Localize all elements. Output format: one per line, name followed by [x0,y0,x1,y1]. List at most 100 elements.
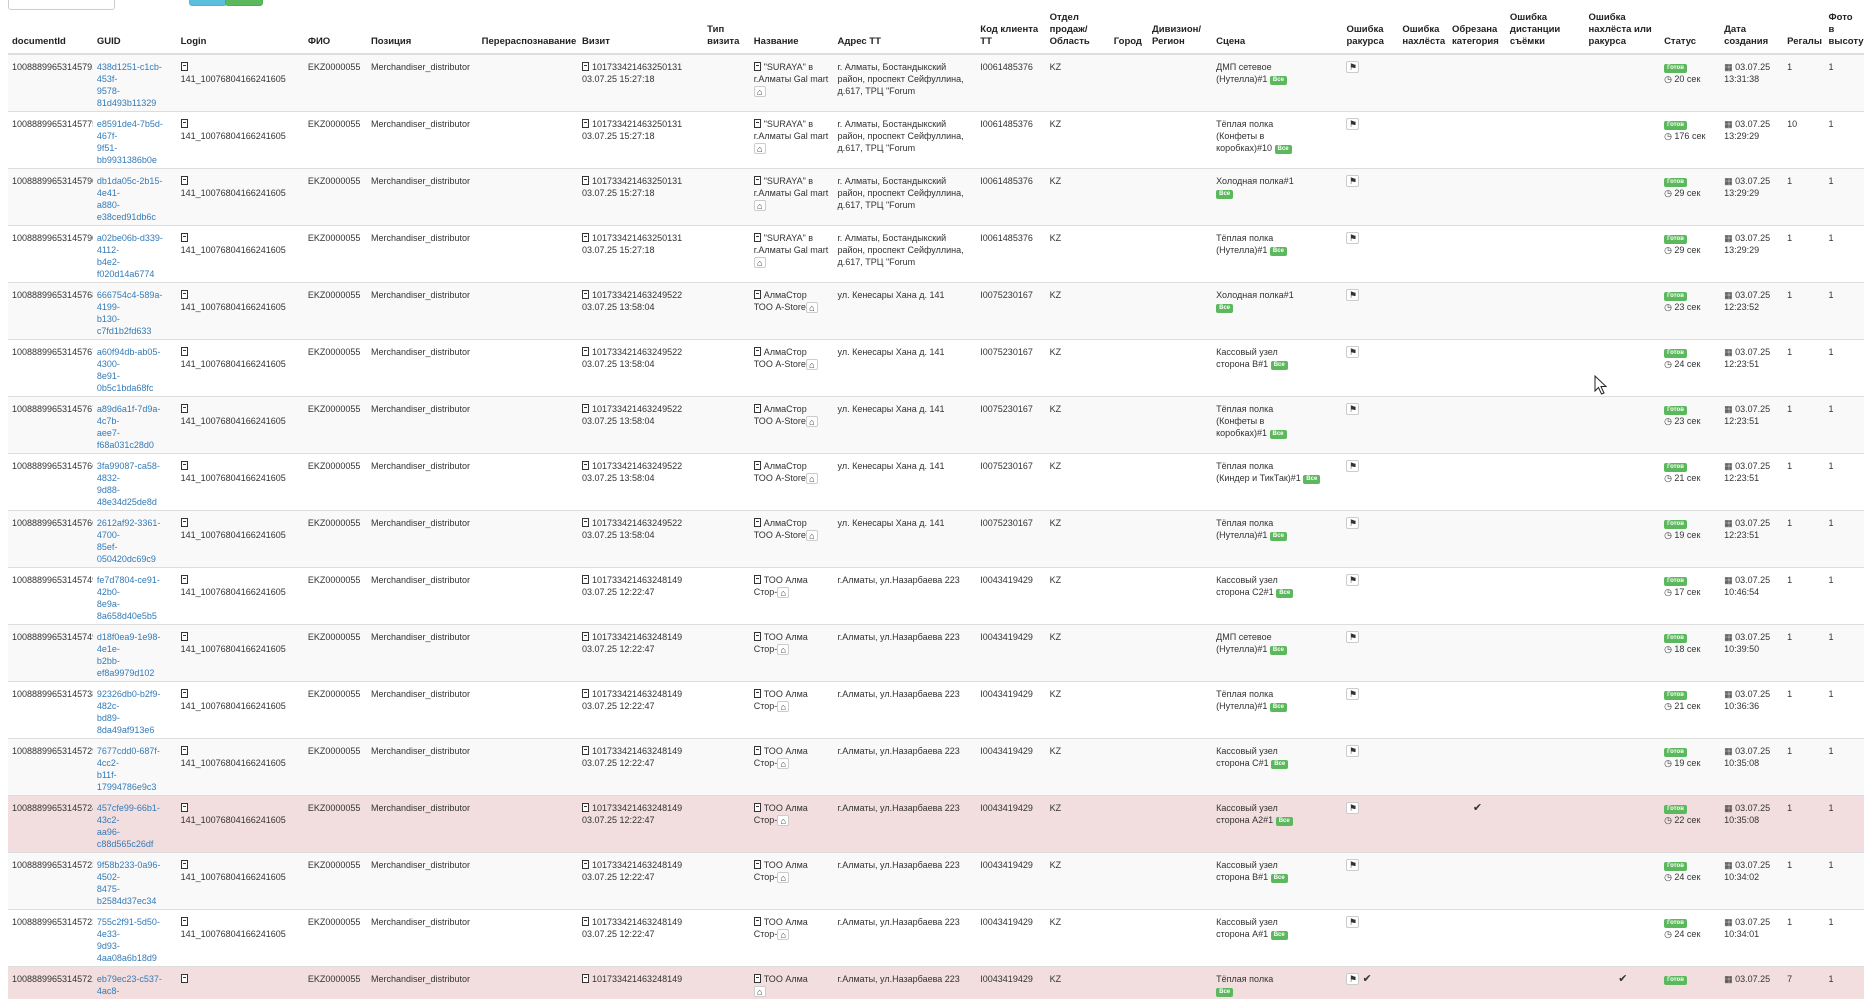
flag-icon[interactable]: ⚑ [1346,916,1359,928]
file-icon[interactable] [181,917,188,926]
table-row[interactable]: 100888996531457917438d1251-c1cb-453f-957… [8,54,1864,112]
file-icon[interactable] [181,575,188,584]
home-icon[interactable]: ⌂ [754,143,766,154]
column-header[interactable]: Город [1110,10,1148,54]
table-row[interactable]: 100888996531457236755c2f91-5d50-4e33-9d9… [8,910,1864,967]
file-icon[interactable] [754,461,761,470]
file-icon[interactable] [754,575,761,584]
file-icon[interactable] [582,176,589,185]
file-icon[interactable] [582,347,589,356]
home-icon[interactable]: ⌂ [806,530,818,541]
table-row[interactable]: 100888996531457217eb79ec23-c537-4ac8-EKZ… [8,967,1864,999]
home-icon[interactable]: ⌂ [777,644,789,655]
column-header[interactable]: Тип визита [703,10,750,54]
guid-link[interactable]: 9f58b233-0a96-4502-8475-b2584d37ec34 [97,860,161,906]
table-row[interactable]: 100888996531457900a02be06b-d339-4112-b4e… [8,226,1864,283]
guid-link[interactable]: 3fa99087-ca58-4832-9d88-48e34d25de8d [97,461,160,507]
column-header[interactable]: Визит [578,10,703,54]
home-icon[interactable]: ⌂ [777,815,789,826]
guid-link[interactable]: 666754c4-589a-4199-b130-c7fd1b2fd633 [97,290,163,336]
file-icon[interactable] [754,404,761,413]
flag-icon[interactable]: ⚑ [1346,118,1359,130]
guid-link[interactable]: 438d1251-c1cb-453f-9578-81d493b11329 [97,62,162,108]
table-row[interactable]: 1008889965314572977677cdd0-687f-4cc2-b11… [8,739,1864,796]
home-icon[interactable]: ⌂ [806,302,818,313]
guid-link[interactable]: 457cfe99-66b1-43c2-aa96-c88d565c26df [97,803,160,849]
column-header[interactable]: Ошибка дистанции съёмки [1506,10,1585,54]
home-icon[interactable]: ⌂ [754,86,766,97]
home-icon[interactable]: ⌂ [777,587,789,598]
table-row[interactable]: 100888996531457242457cfe99-66b1-43c2-aa9… [8,796,1864,853]
file-icon[interactable] [754,233,761,242]
column-header[interactable]: Позиция [367,10,478,54]
guid-link[interactable]: eb79ec23-c537-4ac8- [97,974,162,996]
flag-icon[interactable]: ⚑ [1346,802,1359,814]
file-icon[interactable] [754,176,761,185]
file-icon[interactable] [754,119,761,128]
flag-icon[interactable]: ⚑ [1346,346,1359,358]
flag-icon[interactable]: ⚑ [1346,631,1359,643]
table-row[interactable]: 100888996531457670a89d6a1f-7d9a-4c7b-aee… [8,397,1864,454]
file-icon[interactable] [582,974,589,983]
home-icon[interactable]: ⌂ [777,872,789,883]
file-icon[interactable] [582,404,589,413]
column-header[interactable]: Обрезана категория [1448,10,1506,54]
home-icon[interactable]: ⌂ [806,473,818,484]
file-icon[interactable] [754,917,761,926]
guid-link[interactable]: d18f0ea9-1e98-4e1e-b2bb-ef8a9979d102 [97,632,161,678]
table-row[interactable]: 1008889965314572399f58b233-0a96-4502-847… [8,853,1864,910]
column-header[interactable]: Код клиента ТТ [976,10,1045,54]
column-header[interactable]: Login [177,10,304,54]
file-icon[interactable] [582,746,589,755]
guid-link[interactable]: e8591de4-7b5d-467f-9f51-bb9931386b0e [97,119,163,165]
file-icon[interactable] [754,746,761,755]
column-header[interactable]: GUID [93,10,177,54]
file-icon[interactable] [582,62,589,71]
column-header[interactable]: ФИО [304,10,367,54]
file-icon[interactable] [754,974,761,983]
table-row[interactable]: 1008889965314576673fa99087-ca58-4832-9d8… [8,454,1864,511]
guid-link[interactable]: a60f94db-ab05-4300-8e91-0b5c1bda68fc [97,347,161,393]
guid-link[interactable]: 92326db0-b2f9-482c-bd89-8da49af913e6 [97,689,161,735]
file-icon[interactable] [582,290,589,299]
file-icon[interactable] [582,119,589,128]
file-icon[interactable] [181,62,188,71]
column-header[interactable]: Отдел продаж/ Область [1046,10,1110,54]
home-icon[interactable]: ⌂ [777,701,789,712]
flag-icon[interactable]: ⚑ [1346,61,1359,73]
flag-icon[interactable]: ⚑ [1346,175,1359,187]
column-header[interactable]: Дата создания [1720,10,1783,54]
file-icon[interactable] [754,62,761,71]
file-icon[interactable] [181,404,188,413]
table-row[interactable]: 10088899653145738292326db0-b2f9-482c-bd8… [8,682,1864,739]
file-icon[interactable] [181,974,188,983]
file-icon[interactable] [582,233,589,242]
file-icon[interactable] [754,860,761,869]
home-icon[interactable]: ⌂ [806,359,818,370]
file-icon[interactable] [754,518,761,527]
flag-icon[interactable]: ⚑ [1346,403,1359,415]
file-icon[interactable] [754,290,761,299]
guid-link[interactable]: db1da05c-2b15-4e41-a880-e38ced91db6c [97,176,163,222]
flag-icon[interactable]: ⚑ [1346,973,1359,985]
home-icon[interactable]: ⌂ [754,257,766,268]
file-icon[interactable] [181,518,188,527]
column-header[interactable]: Сцена [1212,10,1342,54]
guid-link[interactable]: fe7d7804-ce91-42b0-8e9a-8a658d40e5b5 [97,575,160,621]
column-header[interactable]: Регалы [1783,10,1824,54]
file-icon[interactable] [181,746,188,755]
flag-icon[interactable]: ⚑ [1346,574,1359,586]
table-row[interactable]: 100888996531457678a60f94db-ab05-4300-8e9… [8,340,1864,397]
column-header[interactable]: Перераспознавание [478,10,578,54]
file-icon[interactable] [181,290,188,299]
file-icon[interactable] [181,803,188,812]
file-icon[interactable] [582,689,589,698]
file-icon[interactable] [582,575,589,584]
flag-icon[interactable]: ⚑ [1346,289,1359,301]
file-icon[interactable] [754,347,761,356]
file-icon[interactable] [181,689,188,698]
file-icon[interactable] [181,860,188,869]
column-header[interactable]: Фото в высоту [1825,10,1864,54]
flag-icon[interactable]: ⚑ [1346,745,1359,757]
guid-link[interactable]: 755c2f91-5d50-4e33-9d93-4aa08a6b18d9 [97,917,160,963]
